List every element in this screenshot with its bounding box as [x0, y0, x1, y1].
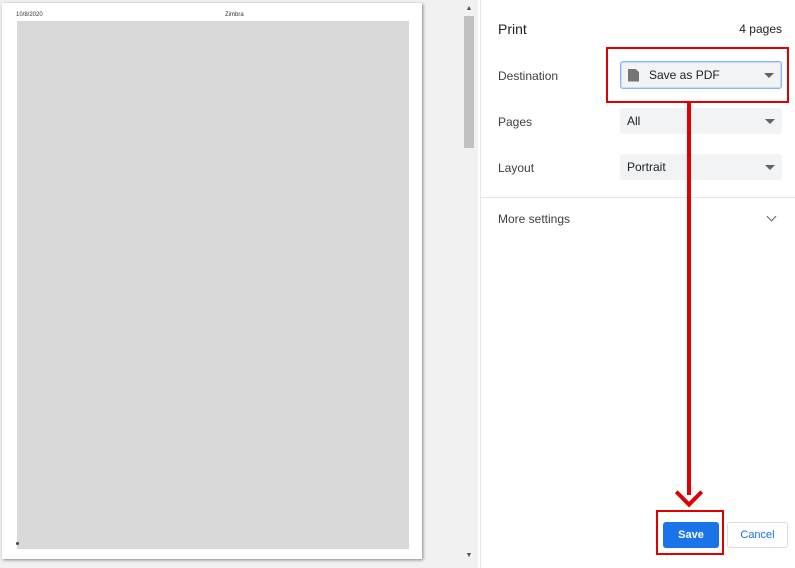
print-settings-panel: Print 4 pages Destination Save as PDF Pa…	[480, 0, 795, 568]
chevron-down-icon	[766, 211, 777, 222]
destination-value: Save as PDF	[649, 68, 720, 82]
layout-value: Portrait	[627, 160, 666, 174]
sheet-count: 4 pages	[739, 22, 782, 36]
cancel-button[interactable]: Cancel	[727, 522, 788, 548]
page-header-title: Zimbra	[225, 12, 244, 18]
dialog-title: Print	[498, 21, 527, 37]
document-icon	[628, 68, 639, 82]
more-settings-label: More settings	[498, 212, 571, 226]
destination-label: Destination	[498, 69, 559, 83]
dropdown-arrow-icon	[765, 118, 775, 124]
preview-page: 10/8/2020 Zimbra	[2, 3, 422, 559]
pages-select[interactable]: All	[620, 108, 782, 134]
print-preview-area: 10/8/2020 Zimbra ▲ ▼	[0, 0, 478, 568]
page-content-placeholder	[17, 21, 409, 549]
layout-select[interactable]: Portrait	[620, 154, 782, 180]
page-footer-mark	[16, 542, 19, 545]
scrollbar-thumb[interactable]	[464, 16, 474, 148]
pages-label: Pages	[498, 115, 533, 129]
save-button[interactable]: Save	[663, 522, 719, 548]
page-header-date: 10/8/2020	[16, 12, 43, 18]
scroll-down-icon[interactable]: ▼	[462, 549, 476, 561]
scroll-up-icon[interactable]: ▲	[462, 2, 476, 14]
section-divider	[481, 197, 795, 198]
preview-scrollbar[interactable]: ▲ ▼	[462, 0, 476, 568]
layout-label: Layout	[498, 161, 535, 175]
pages-value: All	[627, 114, 641, 128]
destination-select[interactable]: Save as PDF	[620, 61, 782, 89]
dropdown-arrow-icon	[764, 72, 774, 78]
more-settings-toggle[interactable]: More settings	[481, 206, 795, 232]
dropdown-arrow-icon	[765, 164, 775, 170]
